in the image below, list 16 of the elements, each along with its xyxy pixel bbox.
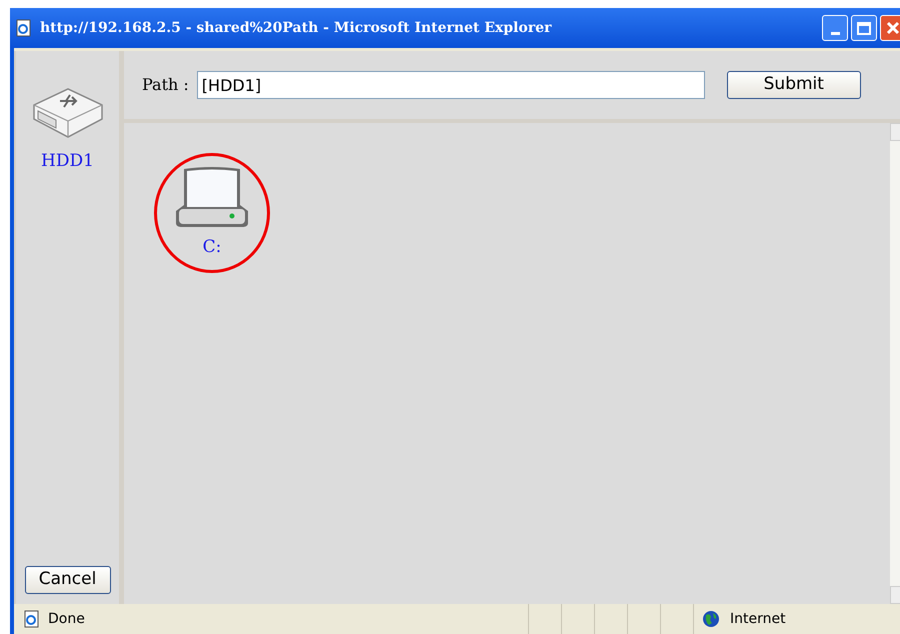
cancel-button[interactable]: Cancel bbox=[24, 566, 110, 594]
drive-link[interactable]: HDD1 bbox=[41, 149, 94, 174]
path-label: Path : bbox=[142, 74, 189, 96]
hard-drive-icon bbox=[174, 165, 250, 230]
globe-icon bbox=[702, 610, 720, 628]
minimize-button[interactable] bbox=[822, 15, 848, 41]
status-text: Done bbox=[48, 610, 86, 628]
maximize-button[interactable] bbox=[851, 15, 877, 41]
circled-file-item[interactable]: C: bbox=[154, 153, 270, 273]
file-label: C: bbox=[202, 236, 222, 260]
submit-button[interactable]: Submit bbox=[726, 71, 861, 99]
close-button[interactable] bbox=[880, 15, 900, 41]
close-icon bbox=[886, 21, 900, 35]
path-field[interactable]: [HDD1] bbox=[196, 71, 705, 99]
zone-text: Internet bbox=[730, 610, 786, 628]
window-title: http://192.168.2.5 - shared%20Path - Microsoft Internet Explorer bbox=[40, 18, 552, 38]
